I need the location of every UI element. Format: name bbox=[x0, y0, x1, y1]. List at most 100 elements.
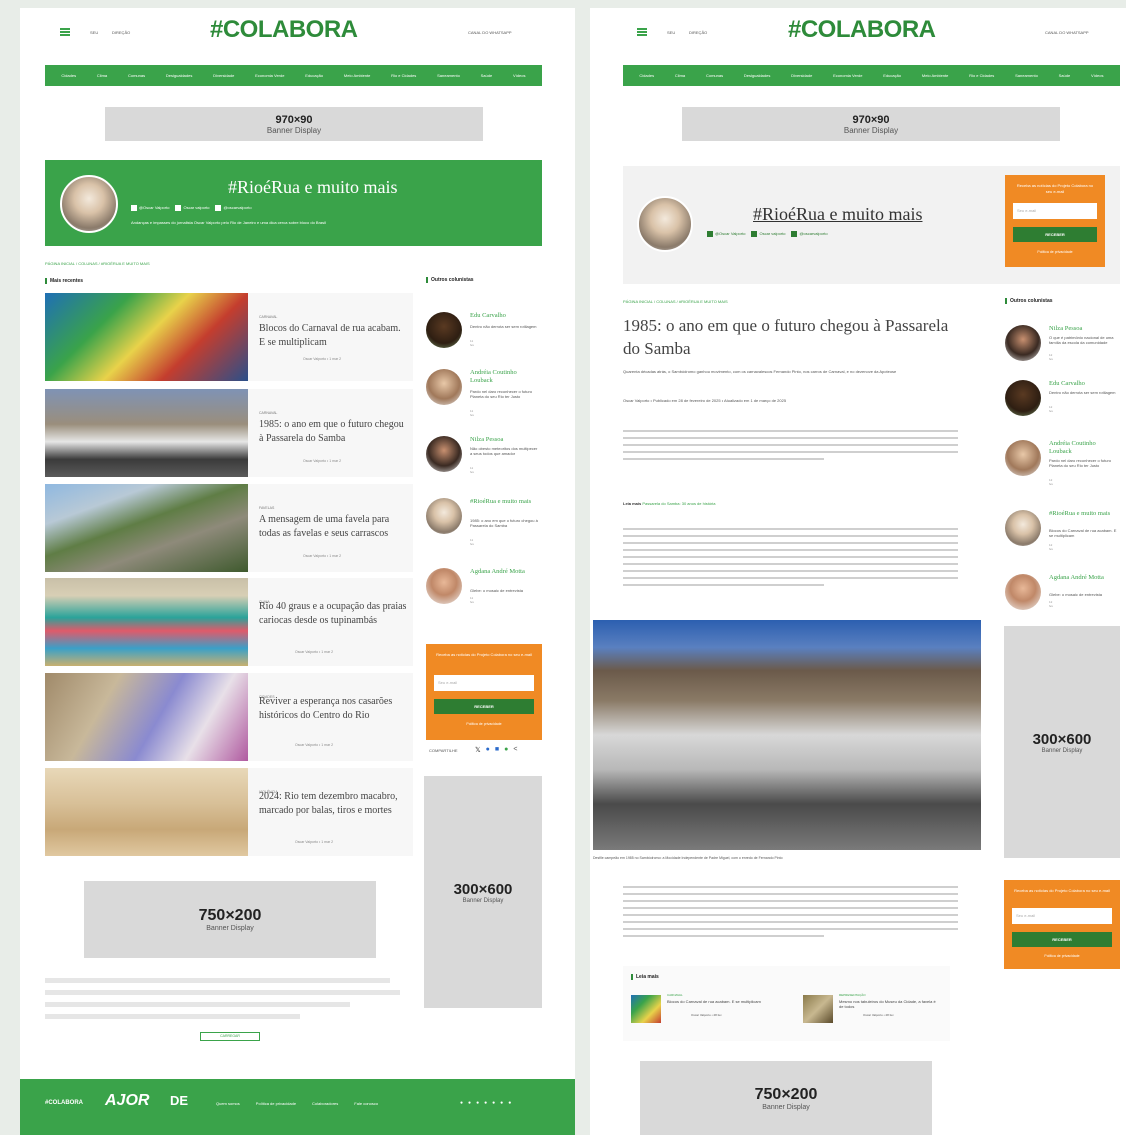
site-logo[interactable]: #COLABORA bbox=[210, 16, 358, 44]
x-link[interactable]: @oscarvalporto bbox=[791, 231, 828, 237]
footer-logo[interactable]: #COLABORA bbox=[45, 1100, 83, 1106]
hamburger-menu-icon[interactable] bbox=[637, 28, 647, 36]
whatsapp-link[interactable]: CANAL DO WHATSAPP bbox=[468, 30, 512, 35]
article-card[interactable]: CIDADES Reviver a esperança nos casarões… bbox=[45, 673, 413, 761]
nav-item[interactable]: Saúde bbox=[1059, 73, 1071, 78]
nav-item[interactable]: Educação bbox=[883, 73, 901, 78]
read-more-item[interactable]: REPRESENTAÇÃO Mesmo nos tabuleiros do Mu… bbox=[803, 991, 943, 1026]
side-banner[interactable]: 300×600 Banner Display bbox=[424, 776, 542, 1008]
breadcrumb[interactable]: PÁGINA INICIAL / COLUNAS / #RIOÉRUA E MU… bbox=[45, 261, 150, 266]
breadcrumb[interactable]: PÁGINA INICIAL / COLUNAS / #RIOÉRUA E MU… bbox=[623, 299, 728, 304]
nav-item[interactable]: Cidades bbox=[61, 73, 76, 78]
nav-item[interactable]: Cidades bbox=[639, 73, 654, 78]
nav-item[interactable]: Saneamento bbox=[437, 73, 460, 78]
header-link-direcao[interactable]: DIREÇÃO bbox=[112, 30, 130, 35]
column-title: #RioéRua e muito mais bbox=[753, 204, 923, 224]
article-title[interactable]: A mensagem de uma favela para todas as f… bbox=[259, 513, 409, 541]
whatsapp-icon[interactable]: ● bbox=[508, 1100, 511, 1106]
article-card[interactable]: CARNAVAL 1985: o ano em que o futuro che… bbox=[45, 389, 413, 477]
read-more-thumbnail bbox=[803, 995, 833, 1023]
columnist-avatar bbox=[426, 498, 462, 534]
nav-item[interactable]: Educação bbox=[305, 73, 323, 78]
nav-item[interactable]: Saneamento bbox=[1015, 73, 1038, 78]
article-title[interactable]: Blocos do Carnaval de rua acabam. E se m… bbox=[259, 322, 409, 350]
nav-item[interactable]: Vídeos bbox=[1091, 73, 1103, 78]
related-link[interactable]: Leia mais Passarela do Samba: 30 anos de… bbox=[623, 501, 716, 506]
columnist-avatar bbox=[1005, 440, 1041, 476]
article-thumbnail bbox=[45, 484, 248, 572]
nav-item[interactable]: Diversidade bbox=[791, 73, 812, 78]
share-icon[interactable]: < bbox=[513, 746, 517, 754]
nav-item[interactable]: Saúde bbox=[481, 73, 493, 78]
newsletter-email-input[interactable]: Seu e-mail bbox=[434, 675, 534, 691]
nav-item[interactable]: Comunas bbox=[706, 73, 723, 78]
newsletter-email-input[interactable]: Seu e-mail bbox=[1013, 203, 1097, 219]
newsletter-submit-button[interactable]: RECEBER bbox=[434, 699, 534, 714]
facebook-link[interactable]: Oscar valporto bbox=[175, 205, 209, 211]
twitter-link[interactable]: @Oscar Valporto bbox=[707, 231, 745, 237]
ajor-logo: AJOR bbox=[105, 1092, 150, 1109]
share-icons: 𝕏 ● ■ ● < bbox=[475, 746, 517, 754]
facebook-link[interactable]: Oscar valporto bbox=[751, 231, 785, 237]
read-more-item[interactable]: CARNAVAL Blocos do Carnaval de rua acaba… bbox=[631, 991, 791, 1026]
article-card[interactable]: CARNAVAL Blocos do Carnaval de rua acaba… bbox=[45, 293, 413, 381]
nav-item[interactable]: Meio Ambiente bbox=[922, 73, 948, 78]
article-title[interactable]: 1985: o ano em que o futuro chegou à Pas… bbox=[259, 418, 409, 446]
linkedin-icon[interactable]: ● bbox=[484, 1100, 487, 1106]
header-link-seu[interactable]: SEU bbox=[90, 30, 98, 35]
article-title: 1985: o ano em que o futuro chegou à Pas… bbox=[623, 316, 949, 358]
x-icon[interactable]: ● bbox=[476, 1100, 479, 1106]
article-card[interactable]: FAVELAS A mensagem de uma favela para to… bbox=[45, 484, 413, 572]
whatsapp-link[interactable]: CANAL DO WHATSAPP bbox=[1045, 30, 1089, 35]
facebook-icon[interactable]: ● bbox=[468, 1100, 471, 1106]
nav-item[interactable]: Rio e Cidades bbox=[391, 73, 416, 78]
other-columnists-title: Outros colunistas bbox=[426, 277, 474, 283]
article-title[interactable]: 2024: Rio tem dezembro macabro, marcado … bbox=[259, 790, 409, 818]
nav-item[interactable]: Desigualdades bbox=[744, 73, 770, 78]
footer-link[interactable]: Quem somos bbox=[216, 1101, 240, 1106]
footer-link[interactable]: Colaboradores bbox=[312, 1101, 338, 1106]
nav-item[interactable]: Rio e Cidades bbox=[969, 73, 994, 78]
nav-item[interactable]: Clima bbox=[675, 73, 685, 78]
article-title[interactable]: Rio 40 graus e a ocupação das praias car… bbox=[259, 600, 409, 628]
x-link[interactable]: @oscarvalporto bbox=[215, 205, 252, 211]
twitter-link[interactable]: @Oscar Valporto bbox=[131, 205, 169, 211]
footer-links: Quem somos Política de privacidade Colab… bbox=[216, 1101, 378, 1106]
newsletter-submit-button[interactable]: RECEBER bbox=[1012, 932, 1112, 947]
nav-item[interactable]: Meio Ambiente bbox=[344, 73, 370, 78]
nav-item[interactable]: Economia Verde bbox=[833, 73, 862, 78]
instagram-icon[interactable]: ● bbox=[460, 1100, 463, 1106]
bottom-banner[interactable]: 750×200 Banner Display bbox=[640, 1061, 932, 1135]
footer-link[interactable]: Fale conosco bbox=[354, 1101, 378, 1106]
article-card[interactable]: CLIMA Rio 40 graus e a ocupação das prai… bbox=[45, 578, 413, 666]
newsletter-email-input[interactable]: Seu e-mail bbox=[1012, 908, 1112, 924]
nav-item[interactable]: Clima bbox=[97, 73, 107, 78]
whatsapp-share-icon[interactable]: ● bbox=[504, 746, 508, 754]
nav-item[interactable]: Comunas bbox=[128, 73, 145, 78]
header-link-seu[interactable]: SEU bbox=[667, 30, 675, 35]
top-banner[interactable]: 970×90 Banner Display bbox=[105, 107, 483, 141]
load-more-button[interactable]: CARREGAR bbox=[200, 1032, 260, 1041]
top-banner[interactable]: 970×90 Banner Display bbox=[682, 107, 1060, 141]
footer-link[interactable]: Política de privacidade bbox=[256, 1101, 296, 1106]
newsletter-submit-button[interactable]: RECEBER bbox=[1013, 227, 1097, 242]
nav-item[interactable]: Diversidade bbox=[213, 73, 234, 78]
facebook-share-icon[interactable]: ● bbox=[486, 746, 490, 754]
youtube-icon[interactable]: ● bbox=[492, 1100, 495, 1106]
linkedin-share-icon[interactable]: ■ bbox=[495, 746, 499, 754]
nav-item[interactable]: Vídeos bbox=[513, 73, 525, 78]
bottom-banner[interactable]: 750×200 Banner Display bbox=[84, 881, 376, 958]
site-logo[interactable]: #COLABORA bbox=[788, 16, 936, 44]
article-paragraph bbox=[623, 886, 958, 942]
side-banner[interactable]: 300×600 Banner Display bbox=[1004, 626, 1120, 858]
article-card[interactable]: VIOLÊNCIA 2024: Rio tem dezembro macabro… bbox=[45, 768, 413, 856]
nav-item[interactable]: Economia Verde bbox=[255, 73, 284, 78]
article-title[interactable]: Reviver a esperança nos casarões históri… bbox=[259, 695, 409, 723]
tiktok-icon[interactable]: ● bbox=[500, 1100, 503, 1106]
hamburger-menu-icon[interactable] bbox=[60, 28, 70, 36]
newsletter-box-2: Receba as notícias do Projeto Colabora n… bbox=[1004, 880, 1120, 969]
x-share-icon[interactable]: 𝕏 bbox=[475, 746, 481, 754]
nav-item[interactable]: Desigualdades bbox=[166, 73, 192, 78]
column-social: @Oscar Valporto Oscar valporto @oscarval… bbox=[707, 231, 828, 237]
header-link-direcao[interactable]: DIREÇÃO bbox=[689, 30, 707, 35]
